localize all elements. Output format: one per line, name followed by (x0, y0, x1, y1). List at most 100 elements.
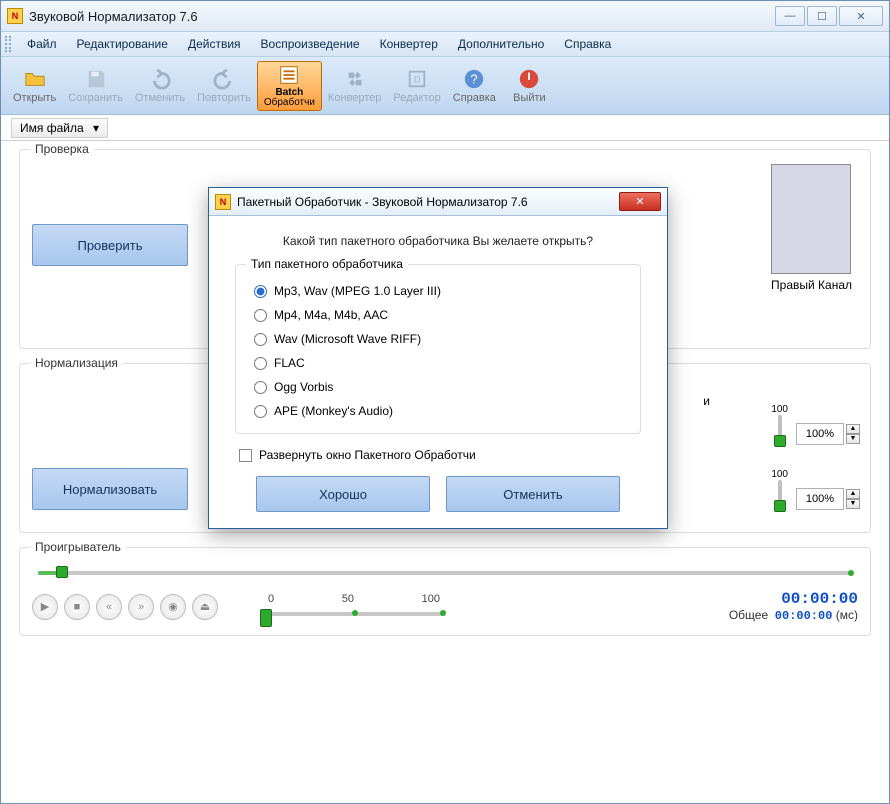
tool-help[interactable]: ? Справка (447, 61, 502, 111)
file-header-row: Имя файла ▾ (1, 115, 889, 141)
spinner-2-up[interactable]: ▲ (846, 489, 860, 499)
checkbox-icon (239, 449, 252, 462)
radio-wav-label: Wav (Microsoft Wave RIFF) (274, 332, 421, 346)
undo-icon (149, 68, 171, 90)
menu-help[interactable]: Справка (554, 34, 621, 54)
tool-undo-label: Отменить (135, 92, 185, 104)
play-button[interactable]: ▶ (32, 594, 58, 620)
open-icon (24, 68, 46, 90)
dialog-icon: N (215, 194, 231, 210)
position-scale[interactable]: 0 50 100 (264, 593, 444, 621)
dialog-ok-label: Хорошо (319, 487, 367, 502)
tool-redo-label: Повторить (197, 92, 251, 104)
time-elapsed: 00:00:00 (729, 590, 858, 608)
tool-converter-label: Конвертер (328, 92, 381, 104)
radio-mp3wav-label: Mp3, Wav (MPEG 1.0 Layer III) (274, 284, 441, 298)
spinner-1-down[interactable]: ▼ (846, 434, 860, 444)
column-filename[interactable]: Имя файла ▾ (11, 118, 108, 138)
tool-redo[interactable]: Повторить (191, 61, 257, 111)
dialog-ok-button[interactable]: Хорошо (256, 476, 430, 512)
menu-extra[interactable]: Дополнительно (448, 34, 554, 54)
main-window: N Звуковой Нормализатор 7.6 — ☐ ✕ Файл Р… (0, 0, 890, 804)
dialog-group-title: Тип пакетного обработчика (246, 257, 408, 271)
menu-playback[interactable]: Воспроизведение (251, 34, 370, 54)
seek-slider[interactable] (38, 566, 852, 580)
radio-ogg[interactable]: Ogg Vorbis (252, 375, 624, 399)
spinner-1-input[interactable] (796, 423, 844, 445)
radio-mp4[interactable]: Mp4, M4a, M4b, AAC (252, 303, 624, 327)
vslider-1-label: 100 (771, 404, 788, 415)
tool-undo[interactable]: Отменить (129, 61, 191, 111)
norm-header-fragment: и (703, 394, 710, 408)
spinner-2-down[interactable]: ▼ (846, 499, 860, 509)
help-icon: ? (463, 68, 485, 90)
svg-text:?: ? (471, 71, 478, 86)
spinner-2-input[interactable] (796, 488, 844, 510)
scale-thumb[interactable] (260, 609, 272, 627)
dialog-titlebar: N Пакетный Обработчик - Звуковой Нормали… (209, 188, 667, 216)
window-title: Звуковой Нормализатор 7.6 (29, 9, 775, 24)
spinner-1-up[interactable]: ▲ (846, 424, 860, 434)
scale-0: 0 (268, 593, 274, 605)
group-player-title: Проигрыватель (30, 540, 126, 554)
vslider-2-label: 100 (771, 469, 788, 480)
normalize-button[interactable]: Нормализовать (32, 468, 188, 510)
spinner-1[interactable]: ▲▼ (796, 423, 860, 445)
menu-actions[interactable]: Действия (178, 34, 251, 54)
time-display: 00:00:00 Общее 00:00:00 (мс) (729, 590, 858, 623)
menubar-grip (5, 36, 11, 52)
expand-window-checkbox[interactable]: Развернуть окно Пакетного Обработчи (235, 448, 641, 462)
tool-exit-label: Выйти (513, 92, 546, 104)
tool-converter[interactable]: Конвертер (322, 61, 387, 111)
maximize-button[interactable]: ☐ (807, 6, 837, 26)
tool-help-label: Справка (453, 92, 496, 104)
tool-exit[interactable]: Выйти (502, 61, 557, 111)
minimize-button[interactable]: — (775, 6, 805, 26)
vslider-1[interactable]: 100 (771, 404, 788, 445)
slider-row-1: 100 ▲▼ (771, 404, 860, 445)
dialog-close-button[interactable]: ✕ (619, 192, 661, 211)
time-total: 00:00:00 (775, 609, 833, 623)
dialog-cancel-label: Отменить (503, 487, 562, 502)
tool-editor[interactable]: D Редактор (387, 61, 446, 111)
radio-flac[interactable]: FLAC (252, 351, 624, 375)
stop-button[interactable]: ■ (64, 594, 90, 620)
loop-button[interactable]: ◉ (160, 594, 186, 620)
group-check-title: Проверка (30, 142, 94, 156)
time-unit: (мс) (836, 608, 858, 622)
next-button[interactable]: » (128, 594, 154, 620)
group-player: Проигрыватель ▶ ■ « » ◉ ⏏ 0 50 100 (19, 547, 871, 636)
tool-open[interactable]: Открыть (7, 61, 62, 111)
check-button-label: Проверить (77, 238, 142, 253)
dialog-cancel-button[interactable]: Отменить (446, 476, 620, 512)
group-normalize-title: Нормализация (30, 356, 123, 370)
vslider-2[interactable]: 100 (771, 469, 788, 510)
converter-icon (344, 68, 366, 90)
menubar: Файл Редактирование Действия Воспроизвед… (1, 32, 889, 57)
channel-label: Правый Канал (771, 278, 852, 292)
redo-icon (213, 68, 235, 90)
tool-batch[interactable]: Batch Обработчи (257, 61, 322, 111)
tool-editor-label: Редактор (393, 92, 440, 104)
dialog-title: Пакетный Обработчик - Звуковой Нормализа… (237, 195, 528, 209)
tool-save[interactable]: Сохранить (62, 61, 129, 111)
menu-file[interactable]: Файл (17, 34, 67, 54)
radio-wav[interactable]: Wav (Microsoft Wave RIFF) (252, 327, 624, 351)
batch-dialog: N Пакетный Обработчик - Звуковой Нормали… (208, 187, 668, 529)
tool-batch-label: Batch (264, 88, 315, 98)
exit-icon (518, 68, 540, 90)
prev-button[interactable]: « (96, 594, 122, 620)
radio-ogg-label: Ogg Vorbis (274, 380, 333, 394)
spinner-2[interactable]: ▲▼ (796, 488, 860, 510)
close-button[interactable]: ✕ (839, 6, 883, 26)
tool-open-label: Открыть (13, 92, 56, 104)
check-button[interactable]: Проверить (32, 224, 188, 266)
menu-converter[interactable]: Конвертер (370, 34, 448, 54)
channel-preview (771, 164, 851, 274)
menu-edit[interactable]: Редактирование (67, 34, 178, 54)
titlebar: N Звуковой Нормализатор 7.6 — ☐ ✕ (1, 1, 889, 32)
radio-mp3wav[interactable]: Mp3, Wav (MPEG 1.0 Layer III) (252, 279, 624, 303)
radio-ape[interactable]: APE (Monkey's Audio) (252, 399, 624, 423)
eject-button[interactable]: ⏏ (192, 594, 218, 620)
slider-row-2: 100 ▲▼ (771, 469, 860, 510)
